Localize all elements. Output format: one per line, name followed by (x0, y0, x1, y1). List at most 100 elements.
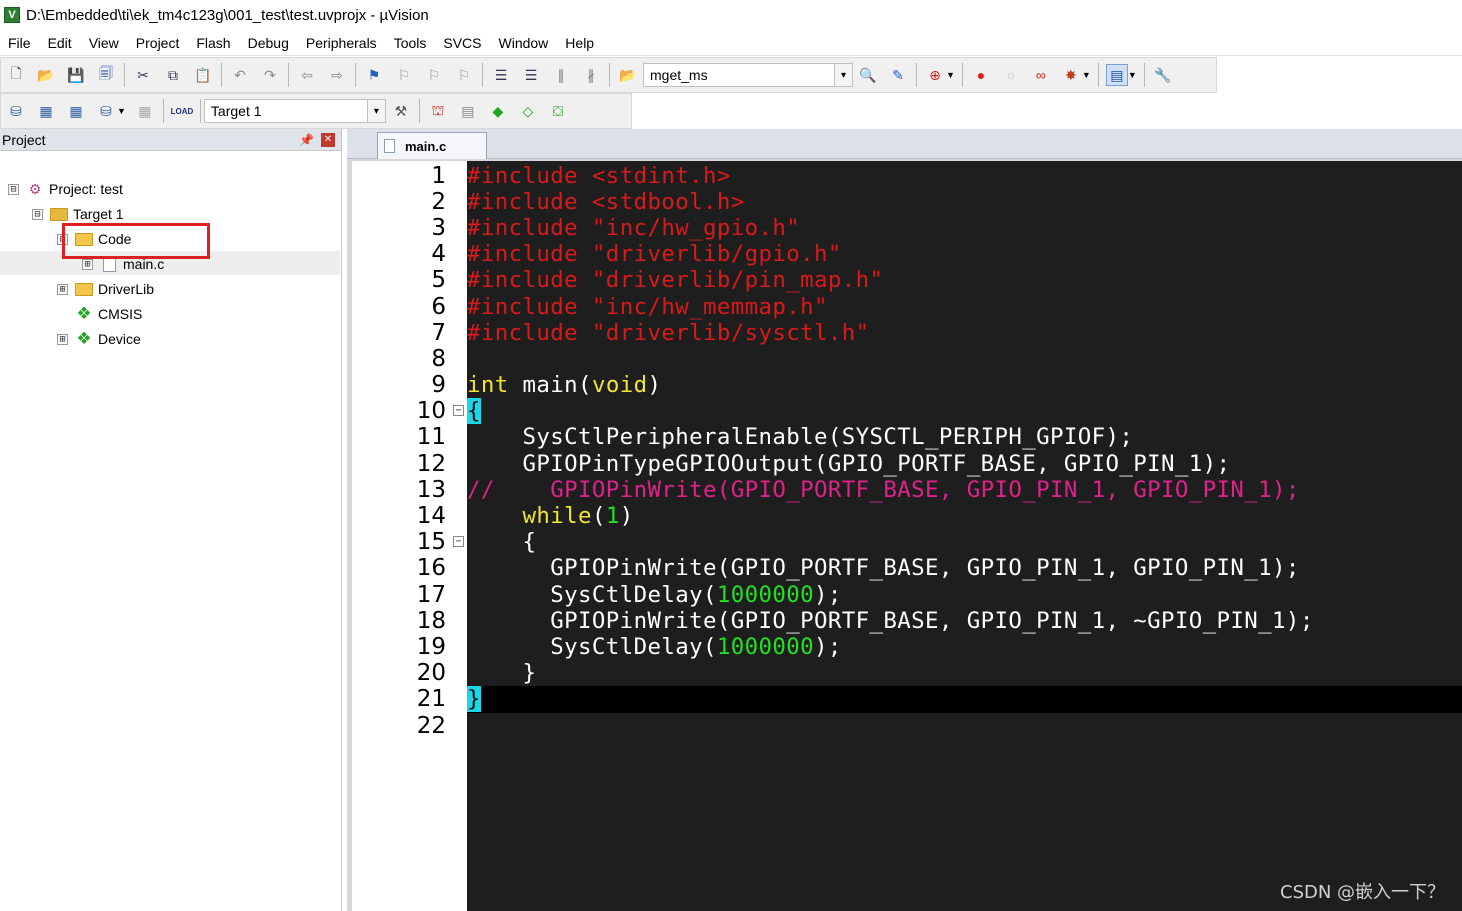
download-load-icon[interactable]: LOAD (171, 100, 194, 122)
expand-icon[interactable]: ⊞ (57, 283, 68, 295)
build-icon[interactable]: ▦ (35, 100, 57, 122)
chevron-down-icon[interactable]: ▼ (946, 70, 955, 80)
insert-breakpoint-icon[interactable]: ● (970, 64, 992, 86)
find-icon[interactable]: 🔍 (857, 64, 879, 86)
toolbar-separator (221, 63, 222, 87)
window-title: D:\Embedded\ti\ek_tm4c123g\001_test\test… (26, 6, 429, 24)
line-number: 2 (431, 189, 446, 215)
tab-main-c[interactable]: main.c (377, 132, 487, 159)
tree-node-label: DriverLib (98, 281, 155, 297)
expand-icon[interactable]: ⊞ (57, 333, 68, 345)
menu-help[interactable]: Help (557, 35, 603, 51)
toolbar-separator (609, 63, 610, 87)
toolbar-separator (1097, 63, 1099, 87)
tree-node-cmsis[interactable]: ❖ CMSIS (74, 302, 142, 326)
comment-icon[interactable]: ∥ (550, 64, 572, 86)
next-bookmark-icon[interactable]: ⚐ (423, 64, 445, 86)
csdn-watermark: CSDN @嵌入一下？ (1280, 882, 1446, 903)
pack-installer-icon[interactable]: ⛋ (547, 100, 569, 122)
line-number: 13 (416, 477, 446, 503)
paste-icon[interactable]: 📋 (192, 64, 214, 86)
toolbar-separator (1143, 63, 1145, 87)
file-extensions-icon[interactable]: ⛫ (427, 100, 449, 122)
code-line: SysCtlDelay(1000000); (467, 582, 842, 608)
menu-tools[interactable]: Tools (386, 35, 436, 51)
uncomment-icon[interactable]: ∦ (580, 64, 602, 86)
save-icon[interactable]: 💾 (65, 64, 87, 86)
preprocessor-token: #include (467, 294, 579, 320)
chevron-down-icon[interactable]: ▼ (1082, 70, 1091, 80)
find-combo[interactable]: mget_ms ▾ (643, 63, 853, 87)
code-line: #include "driverlib/pin_map.h" (467, 267, 883, 293)
menu-file[interactable]: File (0, 35, 40, 51)
translate-icon[interactable]: ⛁ (5, 100, 27, 122)
stop-build-icon[interactable]: ▦ (134, 100, 156, 122)
line-number: 18 (416, 608, 446, 634)
menu-view[interactable]: View (81, 35, 128, 51)
preprocessor-token: #include (467, 189, 579, 215)
target-options-icon[interactable]: ⚒ (390, 100, 412, 122)
cut-icon[interactable]: ✂ (132, 64, 154, 86)
chevron-down-icon[interactable]: ▼ (1128, 70, 1137, 80)
debug-session-icon[interactable]: ⊕ (924, 64, 946, 86)
save-all-icon[interactable]: 🗐 (95, 64, 117, 86)
code-line: SysCtlDelay(1000000); (467, 634, 842, 660)
window-layout-icon[interactable]: ▤ (1105, 64, 1128, 86)
annotation-highlight-box (62, 223, 210, 259)
kill-all-breakpoints-icon[interactable]: ✸ (1060, 64, 1082, 86)
tree-node-device[interactable]: ⊞ ❖ Device (57, 327, 141, 351)
chevron-down-icon[interactable]: ▾ (834, 64, 852, 86)
clear-bookmarks-icon[interactable]: ⚐ (453, 64, 475, 86)
fold-collapse-icon[interactable]: − (453, 405, 464, 416)
tree-node-project[interactable]: ⊟ ⚙ Project: test (8, 177, 123, 201)
menu-window[interactable]: Window (491, 35, 558, 51)
fold-collapse-icon[interactable]: − (453, 536, 464, 547)
include-path: <stdbool.h> (578, 189, 745, 215)
close-icon[interactable]: ✕ (321, 132, 335, 147)
code-text: GPIOPinTypeGPIOOutput(GPIO_PORTF_BASE, G… (467, 451, 1231, 477)
unindent-icon[interactable]: ☰ (520, 64, 542, 86)
menu-project[interactable]: Project (128, 35, 189, 51)
code-line: GPIOPinWrite(GPIO_PORTF_BASE, GPIO_PIN_1… (467, 555, 1300, 581)
collapse-icon[interactable]: ⊟ (32, 208, 43, 220)
expand-icon[interactable]: ⊞ (82, 258, 93, 270)
incremental-find-icon[interactable]: ✎ (887, 64, 909, 86)
batch-build-icon[interactable]: ⛁ (95, 100, 117, 122)
line-number: 10 (416, 398, 446, 424)
line-number: 22 (416, 713, 446, 739)
line-number: 21 (416, 686, 446, 712)
manage-rte-icon[interactable]: ◆ (487, 100, 509, 122)
prev-bookmark-icon[interactable]: ⚐ (393, 64, 415, 86)
pin-icon[interactable]: 📌 (299, 133, 314, 147)
nav-back-icon[interactable]: ⇦ (296, 64, 318, 86)
collapse-icon[interactable]: ⊟ (8, 183, 19, 195)
disable-all-breakpoints-icon[interactable]: ∞ (1030, 64, 1052, 86)
copy-icon[interactable]: ⧉ (162, 64, 184, 86)
bookmark-icon[interactable]: ⚑ (363, 64, 385, 86)
code-text: ) (647, 372, 662, 398)
menu-peripherals[interactable]: Peripherals (298, 35, 386, 51)
find-in-files-icon[interactable]: 📂 (617, 64, 639, 86)
manage-items-icon[interactable]: ▤ (457, 100, 479, 122)
undo-icon[interactable]: ↶ (229, 64, 251, 86)
rebuild-icon[interactable]: ▦ (65, 100, 87, 122)
line-number: 12 (416, 451, 446, 477)
open-folder-icon[interactable]: 📂 (35, 64, 57, 86)
disable-breakpoint-icon[interactable]: ○ (1000, 64, 1022, 86)
nav-forward-icon[interactable]: ⇨ (326, 64, 348, 86)
menu-debug[interactable]: Debug (240, 35, 298, 51)
code-line: #include "inc/hw_memmap.h" (467, 294, 828, 320)
chevron-down-icon[interactable]: ▼ (117, 106, 126, 116)
configure-wrench-icon[interactable]: 🔧 (1152, 64, 1174, 86)
tree-node-driverlib[interactable]: ⊞ DriverLib (57, 277, 154, 301)
new-file-icon[interactable]: 🗋 (5, 64, 27, 86)
code-line: #include "driverlib/gpio.h" (467, 241, 842, 267)
chevron-down-icon[interactable]: ▾ (366, 100, 385, 122)
menu-svcs[interactable]: SVCS (435, 35, 490, 51)
indent-icon[interactable]: ☰ (490, 64, 512, 86)
menu-edit[interactable]: Edit (40, 35, 81, 51)
menu-flash[interactable]: Flash (188, 35, 239, 51)
redo-icon[interactable]: ↷ (259, 64, 281, 86)
target-select[interactable]: Target 1 ▾ (203, 99, 386, 123)
select-packs-icon[interactable]: ◇ (517, 100, 539, 122)
